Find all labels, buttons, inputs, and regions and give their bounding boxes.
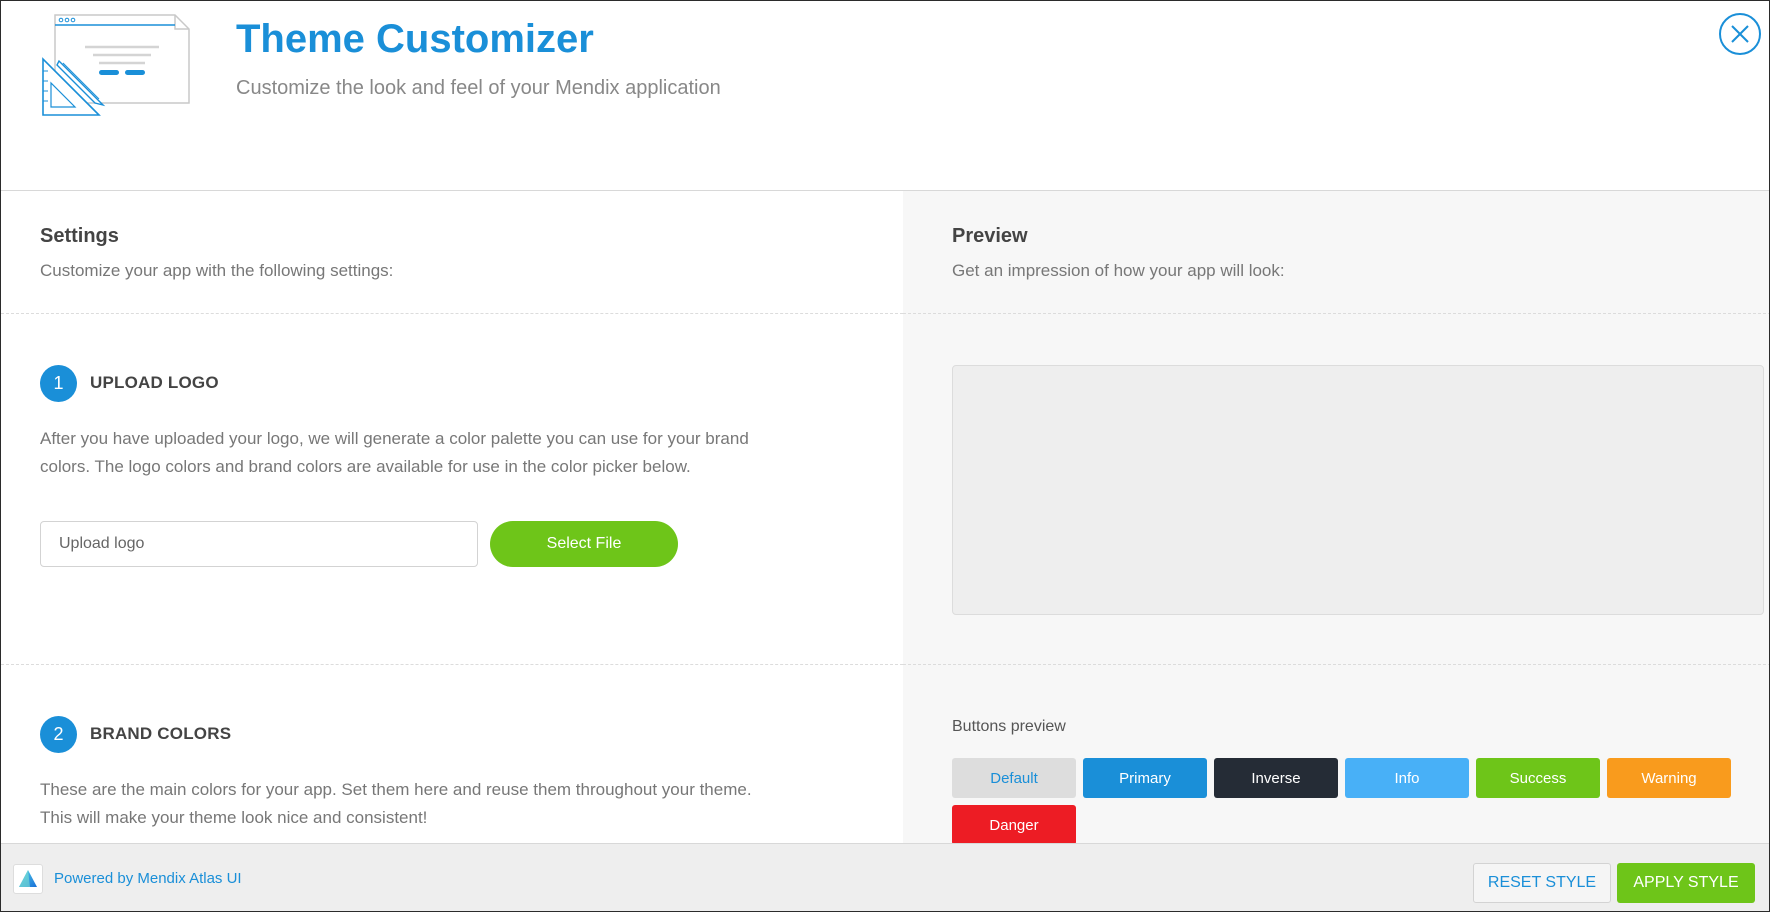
- powered-by-link[interactable]: Powered by Mendix Atlas UI: [54, 870, 242, 887]
- step-2-description: These are the main colors for your app. …: [40, 780, 752, 827]
- preview-danger-button[interactable]: Danger: [952, 805, 1076, 845]
- logo-preview-area: [952, 365, 1764, 615]
- section-divider: [903, 664, 1769, 665]
- section-divider: [1, 664, 903, 665]
- preview-warning-button[interactable]: Warning: [1607, 758, 1731, 798]
- preview-default-button[interactable]: Default: [952, 758, 1076, 798]
- preview-inverse-button[interactable]: Inverse: [1214, 758, 1338, 798]
- page-subtitle: Customize the look and feel of your Mend…: [236, 77, 721, 99]
- close-icon: [1731, 25, 1749, 43]
- footer: Powered by Mendix Atlas UI RESET STYLE A…: [1, 843, 1769, 911]
- reset-style-button[interactable]: RESET STYLE: [1473, 863, 1611, 903]
- preview-title: Preview: [952, 225, 1028, 247]
- section-divider: [903, 313, 1769, 314]
- preview-info-button[interactable]: Info: [1345, 758, 1469, 798]
- header: Theme Customizer Customize the look and …: [1, 1, 1769, 191]
- preview-panel: Preview Get an impression of how your ap…: [903, 191, 1769, 845]
- buttons-preview-label: Buttons preview: [952, 718, 1066, 735]
- settings-panel: Settings Customize your app with the fol…: [1, 191, 903, 843]
- section-divider: [1, 313, 903, 314]
- page-title: Theme Customizer: [236, 17, 594, 61]
- preview-success-button[interactable]: Success: [1476, 758, 1600, 798]
- step-1-badge: 1: [40, 365, 77, 402]
- preview-subtitle: Get an impression of how your app will l…: [952, 261, 1285, 280]
- settings-subtitle: Customize your app with the following se…: [40, 261, 394, 280]
- browser-window-ruler-pencil-icon: [37, 11, 197, 121]
- upload-logo-input[interactable]: [40, 521, 478, 567]
- select-file-button[interactable]: Select File: [490, 521, 678, 567]
- close-button[interactable]: [1719, 13, 1761, 55]
- preview-primary-button[interactable]: Primary: [1083, 758, 1207, 798]
- step-1-title: UPLOAD LOGO: [90, 373, 219, 392]
- step-1-description: After you have uploaded your logo, we wi…: [40, 429, 749, 476]
- step-2-title: BRAND COLORS: [90, 724, 232, 743]
- step-2-badge: 2: [40, 716, 77, 753]
- theme-customizer-window: Theme Customizer Customize the look and …: [0, 0, 1770, 912]
- apply-style-button[interactable]: APPLY STYLE: [1617, 863, 1755, 903]
- atlas-triangle-icon: [13, 864, 43, 894]
- settings-title: Settings: [40, 225, 119, 247]
